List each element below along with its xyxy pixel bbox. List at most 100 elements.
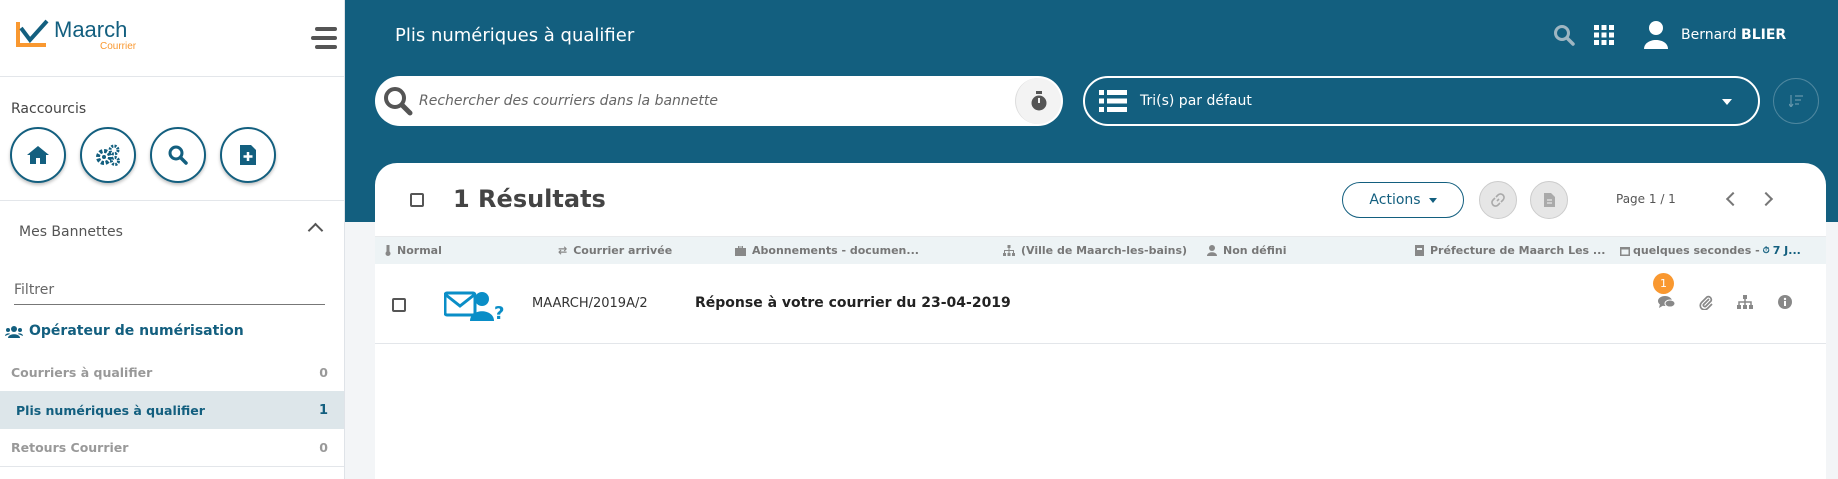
basket-label: Courriers à qualifier [11, 364, 153, 380]
link-icon [1491, 193, 1505, 207]
actions-button[interactable]: Actions [1342, 182, 1464, 218]
priority-info: Normal [385, 244, 442, 257]
stopwatch-button[interactable] [1015, 78, 1061, 124]
svg-text:?: ? [494, 303, 504, 321]
table-row[interactable]: ? MAARCH/2019A/2 Réponse à votre courrie… [375, 264, 1826, 344]
date-info: quelques secondes - ⏱ 7 J... [1620, 244, 1801, 257]
delay-label: 7 J... [1772, 244, 1801, 257]
basket-group[interactable]: Opérateur de numérisation [5, 323, 244, 339]
user-first-name: Bernard [1681, 27, 1737, 43]
destination-user-label: Non défini [1223, 244, 1287, 257]
logo-subtitle: Courrier [100, 41, 137, 52]
apps-grid-icon[interactable] [1593, 24, 1615, 46]
user-last-name: BLIER [1741, 27, 1787, 43]
doctype-label: Abonnements - documen... [752, 244, 919, 257]
logo-name: Maarch [54, 17, 128, 42]
chevron-down-icon [1428, 197, 1437, 203]
basket-count: 0 [319, 364, 328, 380]
notes-count-badge: 1 [1653, 273, 1674, 294]
suitcase-icon [735, 245, 746, 256]
select-all-checkbox[interactable] [410, 193, 424, 207]
calendar-icon [1620, 246, 1630, 256]
chevron-right-icon[interactable] [1758, 191, 1774, 207]
baskets-title: Mes Bannettes [19, 224, 123, 240]
sort-select[interactable]: Tri(s) par défaut [1083, 76, 1760, 126]
entity-label: (Ville de Maarch-les-bains) [1021, 244, 1188, 257]
search-input[interactable]: Rechercher des courriers dans la bannett… [375, 76, 1063, 126]
shortcuts-title: Raccourcis [11, 101, 87, 117]
export-button[interactable] [1530, 181, 1568, 219]
basket-group-label: Opérateur de numérisation [29, 323, 244, 339]
search-icon[interactable] [1553, 24, 1575, 46]
chevron-down-icon [1722, 99, 1732, 105]
category-label: Courrier arrivée [573, 244, 673, 257]
exchange-icon: ⇄ [558, 244, 568, 257]
search-icon [384, 87, 413, 116]
sidebar: Maarch Courrier Raccourcis Mes Bannettes… [0, 0, 345, 479]
row-checkbox[interactable] [392, 298, 406, 312]
basket-count: 0 [319, 440, 328, 455]
sort-direction-icon [1789, 95, 1803, 107]
shortcut-search-button[interactable] [150, 127, 206, 183]
list-icon [1099, 90, 1127, 112]
shortcut-new-mail-button[interactable] [220, 127, 276, 183]
attachments-button[interactable] [1695, 291, 1717, 313]
mail-info-row: Normal ⇄ Courrier arrivée Abonnements - … [375, 237, 1826, 264]
results-card: 1 Résultats Actions Page 1 / 1 Normal ⇄ [375, 163, 1826, 479]
sitemap-icon [1003, 245, 1015, 256]
basket-label: Plis numériques à qualifier [16, 402, 205, 418]
link-button[interactable] [1479, 181, 1517, 219]
address-book-icon [1415, 245, 1424, 256]
file-icon [1543, 193, 1555, 207]
date-label: quelques secondes - [1633, 244, 1760, 257]
search-placeholder: Rechercher des courriers dans la bannett… [419, 93, 718, 109]
priority-label: Normal [397, 244, 442, 257]
destination-user-info: Non défini [1207, 244, 1287, 257]
logo-row: Maarch Courrier [0, 0, 344, 77]
page-title: Plis numériques à qualifier [395, 25, 635, 46]
results-count: 1 Résultats [453, 185, 606, 213]
page-info: Page 1 / 1 [1616, 192, 1676, 206]
maarch-logo[interactable]: Maarch Courrier [16, 18, 136, 52]
user-name[interactable]: Bernard BLIER [1681, 27, 1786, 43]
basket-item-active[interactable]: Plis numériques à qualifier 1 [0, 391, 344, 429]
results-toolbar: 1 Résultats Actions Page 1 / 1 [375, 163, 1826, 237]
contact-label: Préfecture de Maarch Les ... [1430, 244, 1606, 257]
search-icon [168, 145, 188, 165]
notes-button[interactable]: 1 [1653, 273, 1677, 313]
shortcuts-panel: Raccourcis [0, 77, 344, 201]
basket-count: 1 [318, 402, 328, 418]
hamburger-menu-icon[interactable] [311, 27, 337, 49]
shortcut-admin-button[interactable] [80, 127, 136, 183]
user-icon [1207, 245, 1217, 256]
mail-reference: MAARCH/2019A/2 [532, 296, 648, 311]
contact-info: Préfecture de Maarch Les ... [1415, 244, 1605, 257]
sitemap-icon [1737, 295, 1753, 309]
stopwatch-icon [1031, 91, 1046, 111]
chevron-left-icon[interactable] [1725, 191, 1741, 207]
cogs-icon [96, 144, 120, 166]
paperclip-icon [1699, 295, 1713, 310]
stopwatch-icon: ⏱ [1762, 245, 1770, 256]
diffusion-list-button[interactable] [1734, 291, 1756, 313]
actions-label: Actions [1369, 192, 1421, 208]
user-icon[interactable] [1643, 20, 1669, 50]
app-root: Maarch Courrier Raccourcis Mes Bannettes… [0, 0, 1838, 479]
basket-label: Retours Courrier [11, 440, 129, 455]
sort-label: Tri(s) par défaut [1140, 93, 1252, 109]
info-icon [1778, 295, 1792, 309]
entity-info: (Ville de Maarch-les-bains) [1003, 244, 1187, 257]
sort-direction-button[interactable] [1773, 78, 1819, 124]
maarch-logo-icon [16, 19, 49, 47]
users-icon [5, 325, 23, 338]
mail-to-qualify-icon: ? [444, 291, 504, 321]
chevron-up-icon[interactable] [307, 222, 324, 239]
info-button[interactable] [1774, 291, 1796, 313]
basket-filter-input[interactable]: Filtrer [14, 277, 325, 305]
shortcut-home-button[interactable] [10, 127, 66, 183]
mail-subject[interactable]: Réponse à votre courrier du 23-04-2019 [695, 295, 1011, 311]
home-icon [27, 146, 49, 164]
basket-item[interactable]: Courriers à qualifier 0 [0, 353, 344, 391]
basket-item[interactable]: Retours Courrier 0 [0, 429, 344, 467]
doctype-info: Abonnements - documen... [735, 244, 919, 257]
